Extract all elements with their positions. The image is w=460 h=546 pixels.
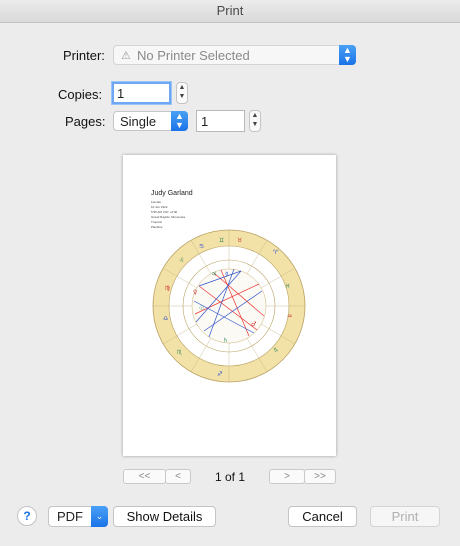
- svg-text:☿: ☿: [225, 271, 229, 278]
- svg-text:♄: ♄: [223, 337, 228, 344]
- printer-label: Printer:: [63, 48, 105, 63]
- svg-text:♉: ♉: [237, 237, 242, 244]
- svg-text:♀: ♀: [193, 289, 197, 296]
- first-page-button[interactable]: <<: [123, 469, 166, 484]
- pdf-menu-button[interactable]: PDF ⌄: [48, 506, 108, 527]
- svg-text:♎: ♎: [163, 315, 168, 322]
- help-button[interactable]: ?: [17, 506, 37, 526]
- svg-text:♍: ♍: [165, 285, 170, 292]
- pages-mode: Single: [120, 114, 157, 129]
- page-status: 1 of 1: [215, 470, 246, 484]
- svg-text:♂: ♂: [251, 321, 256, 328]
- next-page-button[interactable]: >: [269, 469, 305, 484]
- svg-text:♌: ♌: [179, 257, 184, 264]
- svg-text:♏: ♏: [177, 349, 183, 356]
- warning-icon: ⚠: [121, 50, 131, 62]
- pdf-label: PDF: [57, 509, 83, 524]
- show-details-button[interactable]: Show Details: [113, 506, 216, 527]
- print-button[interactable]: Print: [370, 506, 440, 527]
- astrology-chart-wheel: ♊ ♉ ♈ ♓ ♒ ♑ ♐ ♏ ♎ ♍ ♌ ♋ ♀ ☉ ☿ ♂ ♄ ♃: [152, 229, 306, 383]
- page-number-stepper[interactable]: ▲ ▼: [249, 110, 261, 132]
- svg-text:♒: ♒: [287, 313, 292, 320]
- svg-text:♊: ♊: [219, 237, 224, 244]
- last-page-button[interactable]: >>: [304, 469, 336, 484]
- svg-text:♓: ♓: [285, 283, 290, 290]
- prev-page-button[interactable]: <: [165, 469, 191, 484]
- cancel-button[interactable]: Cancel: [288, 506, 357, 527]
- page-number-field[interactable]: 1: [196, 110, 245, 132]
- copies-field[interactable]: 1: [112, 82, 171, 104]
- svg-text:♃: ♃: [211, 271, 216, 278]
- svg-text:♋: ♋: [199, 243, 204, 250]
- window-title: Print: [0, 0, 460, 23]
- copies-stepper[interactable]: ▲ ▼: [176, 82, 188, 104]
- chevron-down-icon: ⌄: [91, 506, 108, 527]
- pages-popup[interactable]: Single ▲ ▼: [113, 111, 188, 131]
- printer-popup[interactable]: ⚠ No Printer Selected ▲ ▼: [113, 45, 356, 65]
- svg-text:♐: ♐: [217, 371, 222, 378]
- chevron-updown-icon: ▲ ▼: [339, 45, 356, 65]
- pages-label: Pages:: [65, 114, 106, 129]
- svg-text:♑: ♑: [273, 347, 278, 354]
- printer-value: No Printer Selected: [137, 48, 250, 63]
- print-preview-page: Judy Garland Female 10 Jun 1922 5:55 AM …: [123, 155, 336, 456]
- copies-label: Copies:: [58, 87, 103, 102]
- svg-text:♈: ♈: [273, 249, 279, 256]
- chevron-updown-icon: ▲ ▼: [171, 111, 188, 131]
- svg-text:☉: ☉: [199, 305, 204, 312]
